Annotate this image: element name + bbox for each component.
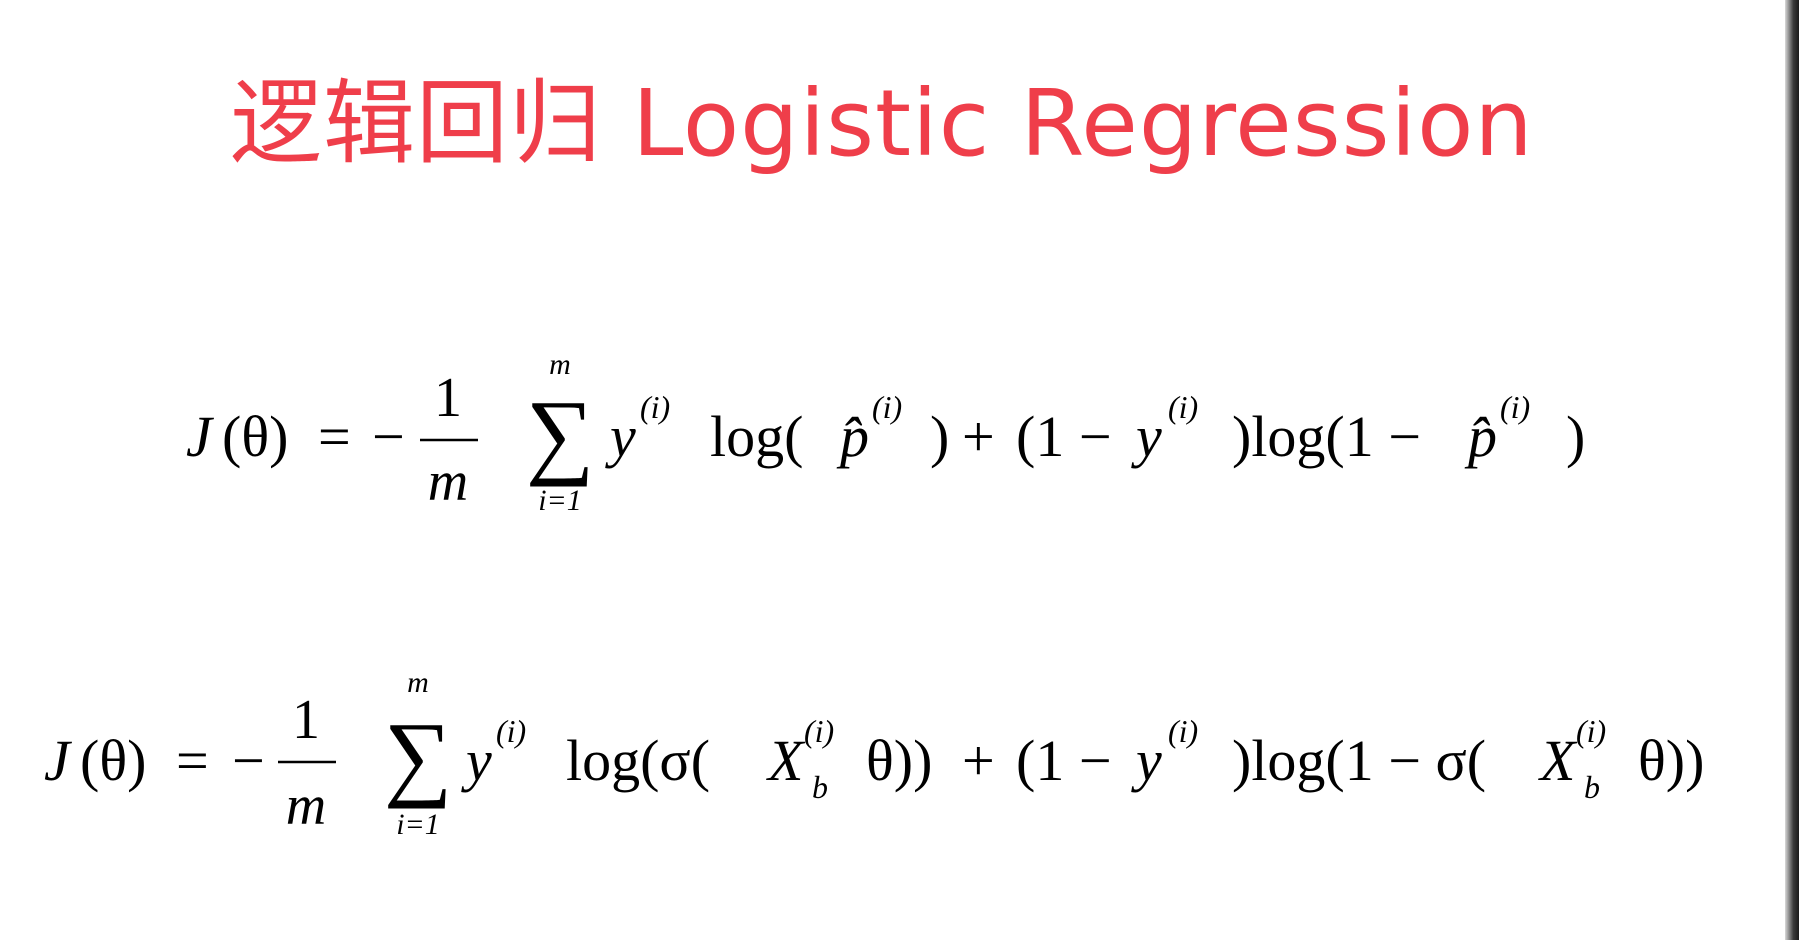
f1-p2-sup-i: (i) bbox=[1500, 389, 1530, 425]
f1-equals: = bbox=[318, 404, 351, 469]
f2-log-one-minus-sigma: )log(1 − σ( bbox=[1232, 728, 1486, 793]
f2-y2: y bbox=[1131, 728, 1162, 793]
f2-sum-upper: m bbox=[407, 666, 429, 699]
f1-one-minus: (1 − bbox=[1016, 404, 1112, 469]
f2-X2-sup-i: (i) bbox=[1576, 713, 1606, 749]
f1-close-paren-2: ) bbox=[1566, 404, 1585, 469]
f2-fraction-denominator: m bbox=[286, 775, 326, 837]
f1-sum-lower: i=1 bbox=[538, 484, 582, 517]
f1-plus: + bbox=[962, 404, 995, 469]
f1-y2: y bbox=[1131, 404, 1162, 469]
f2-J: J bbox=[44, 728, 73, 793]
f2-one-minus: (1 − bbox=[1016, 728, 1112, 793]
f2-sum-lower: i=1 bbox=[396, 808, 440, 841]
f1-p-sup-i: (i) bbox=[872, 389, 902, 425]
f2-theta: (θ) bbox=[80, 728, 146, 793]
f2-theta-close-2: θ)) bbox=[1638, 728, 1704, 793]
window-edge bbox=[1785, 0, 1799, 940]
f1-sup-i: (i) bbox=[640, 389, 670, 425]
f2-plus: + bbox=[962, 728, 995, 793]
f1-p-hat-2: p̂ bbox=[1464, 404, 1497, 469]
f2-equals: = bbox=[176, 728, 209, 793]
f1-p-hat: p̂ bbox=[836, 404, 869, 469]
f2-sum-symbol: ∑ bbox=[384, 702, 452, 809]
slide-title: 逻辑回归 Logistic Regression bbox=[230, 70, 1534, 177]
f2-X2: X bbox=[1538, 728, 1578, 793]
f1-fraction-numerator: 1 bbox=[434, 367, 462, 429]
cost-function-formula-1: J (θ) = − 1 m m ∑ i=1 y (i) log( p̂ (i) … bbox=[0, 330, 1799, 530]
f1-theta: (θ) bbox=[222, 404, 288, 469]
f2-minus: − bbox=[232, 728, 265, 793]
f2-X2-sub-b: b bbox=[1584, 769, 1600, 805]
f1-fraction-denominator: m bbox=[428, 451, 468, 513]
f1-log-open: log( bbox=[710, 404, 803, 469]
f2-log-sigma: log(σ( bbox=[566, 728, 710, 793]
f1-y2-sup-i: (i) bbox=[1168, 389, 1198, 425]
f1-sum-symbol: ∑ bbox=[526, 380, 594, 487]
f1-J: J bbox=[186, 404, 215, 469]
f2-X-sup-i: (i) bbox=[804, 713, 834, 749]
f2-y2-sup-i: (i) bbox=[1168, 713, 1198, 749]
cost-function-formula-2: J (θ) = − 1 m m ∑ i=1 y (i) log(σ( X (i)… bbox=[0, 648, 1799, 848]
f2-theta-close: θ)) bbox=[866, 728, 932, 793]
f1-log-one-minus: )log(1 − bbox=[1232, 404, 1421, 469]
f2-sup-i: (i) bbox=[496, 713, 526, 749]
f2-y: y bbox=[461, 728, 492, 793]
f1-y: y bbox=[605, 404, 636, 469]
f2-X: X bbox=[766, 728, 806, 793]
f2-X-sub-b: b bbox=[812, 769, 828, 805]
f1-sum-upper: m bbox=[549, 348, 571, 381]
f1-minus: − bbox=[372, 404, 405, 469]
slide: 逻辑回归 Logistic Regression J (θ) = − 1 m m… bbox=[0, 0, 1799, 940]
f1-close-paren: ) bbox=[930, 404, 949, 469]
f2-fraction-numerator: 1 bbox=[292, 689, 320, 751]
